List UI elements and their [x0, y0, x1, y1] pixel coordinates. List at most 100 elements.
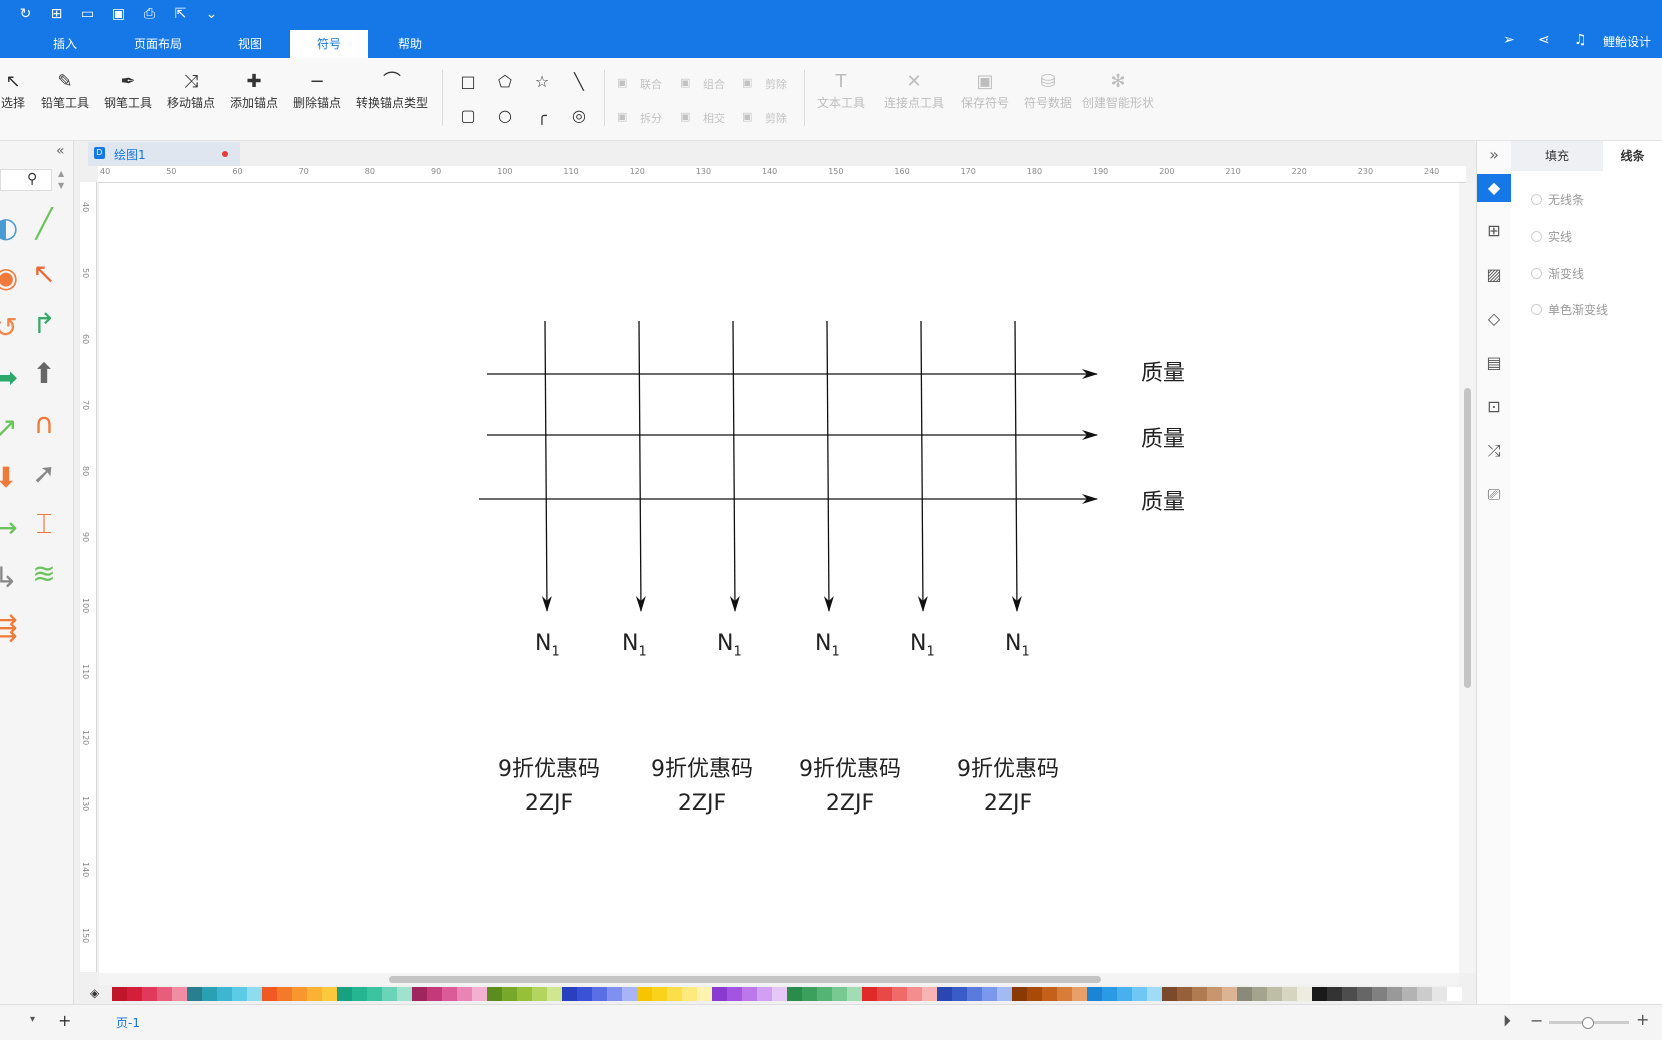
- fill-bucket-icon[interactable]: ◈: [90, 986, 99, 1000]
- rectangle-icon[interactable]: □: [456, 72, 480, 91]
- arrange-icon[interactable]: ⊡: [1477, 393, 1511, 421]
- library-symbol[interactable]: ⌶: [24, 507, 64, 541]
- palette-swatch[interactable]: [1282, 987, 1297, 1001]
- line-option-none[interactable]: 无线条: [1531, 191, 1584, 208]
- palette-swatch[interactable]: [1237, 987, 1252, 1001]
- palette-swatch[interactable]: [1087, 987, 1102, 1001]
- tab-symbol[interactable]: 符号: [290, 30, 368, 58]
- library-symbol[interactable]: ⬇: [0, 461, 26, 494]
- palette-swatch[interactable]: [1267, 987, 1282, 1001]
- library-symbol[interactable]: ↳: [0, 561, 26, 594]
- line-icon[interactable]: ╲: [567, 72, 591, 91]
- library-symbol[interactable]: ≋: [24, 557, 64, 590]
- column-label[interactable]: N1: [717, 631, 742, 659]
- save-symbol-button[interactable]: ▣ 保存符号: [958, 70, 1012, 111]
- column-arrow-5[interactable]: [917, 320, 928, 612]
- palette-swatch[interactable]: [577, 987, 592, 1001]
- subtract-button[interactable]: 剪除: [765, 76, 787, 92]
- expand-panel-icon[interactable]: »: [1477, 141, 1511, 169]
- palette-swatch[interactable]: [1207, 987, 1222, 1001]
- arc-icon[interactable]: ╭: [530, 106, 554, 125]
- convert-anchor-button[interactable]: ⌒ 转换锚点类型: [353, 70, 431, 111]
- palette-swatch[interactable]: [757, 987, 772, 1001]
- library-symbol[interactable]: ◐: [0, 211, 26, 244]
- delete-anchor-button[interactable]: − 删除锚点: [290, 70, 344, 111]
- library-symbol[interactable]: ↖: [24, 257, 64, 290]
- palette-swatch[interactable]: [862, 987, 877, 1001]
- palette-swatch[interactable]: [1417, 987, 1432, 1001]
- scroll-up-icon[interactable]: ▲: [58, 169, 64, 178]
- palette-swatch[interactable]: [367, 987, 382, 1001]
- page-menu-icon[interactable]: ▾: [30, 1014, 35, 1025]
- palette-swatch[interactable]: [592, 987, 607, 1001]
- palette-swatch[interactable]: [847, 987, 862, 1001]
- palette-swatch[interactable]: [967, 987, 982, 1001]
- palette-swatch[interactable]: [232, 987, 247, 1001]
- palette-swatch[interactable]: [292, 987, 307, 1001]
- palette-swatch[interactable]: [1162, 987, 1177, 1001]
- print-icon[interactable]: ⎙: [134, 4, 165, 24]
- promo-text[interactable]: 9折优惠码 2ZJF: [622, 753, 782, 821]
- palette-swatch[interactable]: [1372, 987, 1387, 1001]
- palette-swatch[interactable]: [502, 987, 517, 1001]
- palette-swatch[interactable]: [877, 987, 892, 1001]
- bell-icon[interactable]: ♫: [1574, 32, 1587, 48]
- smart-shape-button[interactable]: ✻ 创建智能形状: [1082, 70, 1154, 111]
- palette-swatch[interactable]: [307, 987, 322, 1001]
- palette-swatch[interactable]: [1297, 987, 1312, 1001]
- column-label[interactable]: N1: [910, 631, 935, 659]
- move-anchor-button[interactable]: ⤨ 移动锚点: [164, 70, 218, 111]
- palette-swatch[interactable]: [817, 987, 832, 1001]
- palette-swatch[interactable]: [532, 987, 547, 1001]
- row-label[interactable]: 质量: [1141, 484, 1185, 516]
- palette-swatch[interactable]: [1447, 987, 1462, 1001]
- palette-swatch[interactable]: [1342, 987, 1357, 1001]
- palette-swatch[interactable]: [802, 987, 817, 1001]
- palette-swatch[interactable]: [1027, 987, 1042, 1001]
- promo-text[interactable]: 9折优惠码 2ZJF: [770, 753, 930, 821]
- palette-swatch[interactable]: [172, 987, 187, 1001]
- drawing-canvas[interactable]: 质量 质量 质量 N1 N1 N1 N1 N1 N1 9折优惠码 2ZJF 9折优…: [99, 183, 1459, 973]
- library-symbol[interactable]: ╱: [24, 207, 64, 240]
- add-anchor-button[interactable]: ✚ 添加锚点: [227, 70, 281, 111]
- palette-swatch[interactable]: [337, 987, 352, 1001]
- palette-swatch[interactable]: [277, 987, 292, 1001]
- page-icon[interactable]: ▤: [1477, 349, 1511, 377]
- palette-swatch[interactable]: [412, 987, 427, 1001]
- palette-swatch[interactable]: [772, 987, 787, 1001]
- star-icon[interactable]: ☆: [530, 72, 554, 91]
- spiral-icon[interactable]: ◎: [567, 106, 591, 125]
- grid-icon[interactable]: ⊞: [1477, 217, 1511, 245]
- select-tool-button[interactable]: ↖ 选择: [0, 70, 26, 111]
- horizontal-scrollbar[interactable]: [99, 973, 1459, 985]
- play-icon[interactable]: ⏵: [1503, 1011, 1511, 1031]
- palette-swatch[interactable]: [1132, 987, 1147, 1001]
- save-icon[interactable]: ▣: [103, 4, 134, 24]
- palette-swatch[interactable]: [142, 987, 157, 1001]
- palette-swatch[interactable]: [1042, 987, 1057, 1001]
- column-arrow-6[interactable]: [1011, 320, 1022, 612]
- palette-swatch[interactable]: [1357, 987, 1372, 1001]
- palette-swatch[interactable]: [997, 987, 1012, 1001]
- image-icon[interactable]: ▨: [1477, 261, 1511, 289]
- row-label[interactable]: 质量: [1141, 355, 1185, 387]
- tab-fill[interactable]: 填充: [1511, 141, 1603, 171]
- horizontal-scroll-thumb[interactable]: [389, 976, 1101, 983]
- library-symbol[interactable]: ↺: [0, 311, 26, 344]
- open-folder-icon[interactable]: ▭: [72, 4, 103, 24]
- column-label[interactable]: N1: [815, 631, 840, 659]
- tab-line[interactable]: 线条: [1603, 141, 1662, 171]
- scroll-down-icon[interactable]: ▼: [58, 181, 64, 190]
- palette-swatch[interactable]: [892, 987, 907, 1001]
- pencil-tool-button[interactable]: ✎ 铅笔工具: [38, 70, 92, 111]
- tab-help[interactable]: 帮助: [384, 30, 436, 58]
- search-icon[interactable]: ⚲: [27, 171, 37, 187]
- palette-swatch[interactable]: [742, 987, 757, 1001]
- palette-swatch[interactable]: [397, 987, 412, 1001]
- palette-swatch[interactable]: [667, 987, 682, 1001]
- split-button[interactable]: 拆分: [640, 110, 662, 126]
- palette-swatch[interactable]: [427, 987, 442, 1001]
- rounded-rect-icon[interactable]: ▢: [456, 106, 480, 125]
- layers-icon[interactable]: ◇: [1477, 305, 1511, 333]
- palette-swatch[interactable]: [487, 987, 502, 1001]
